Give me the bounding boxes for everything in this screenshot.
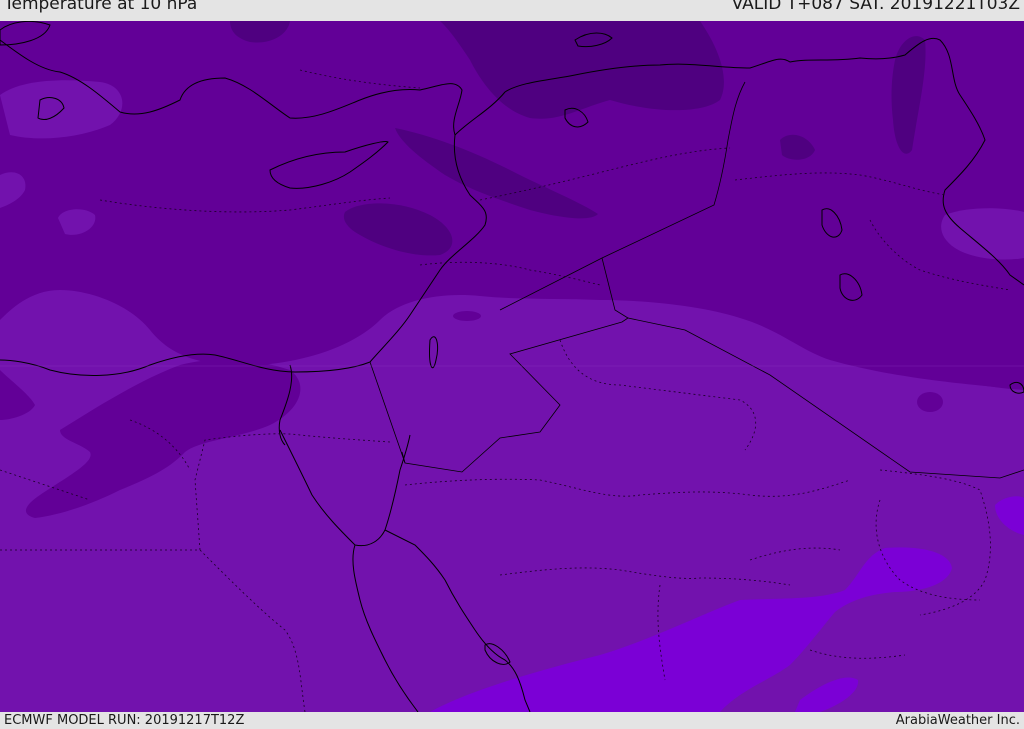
- weather-map[interactable]: [0, 21, 1024, 712]
- field-dark-spot-lev: [453, 311, 481, 321]
- valid-time-label: VALID T+087 SAT. 20191221T03Z: [731, 0, 1020, 14]
- header-bar: Temperature at 10 hPa VALID T+087 SAT. 2…: [0, 0, 1024, 21]
- field-dark-spot-se: [917, 392, 943, 412]
- map-title: Temperature at 10 hPa: [4, 0, 198, 14]
- map-canvas: [0, 21, 1024, 712]
- footer-bar: ECMWF MODEL RUN: 20191217T12Z ArabiaWeat…: [0, 712, 1024, 729]
- model-run-label: ECMWF MODEL RUN: 20191217T12Z: [4, 713, 245, 728]
- credit-label: ArabiaWeather Inc.: [895, 713, 1020, 728]
